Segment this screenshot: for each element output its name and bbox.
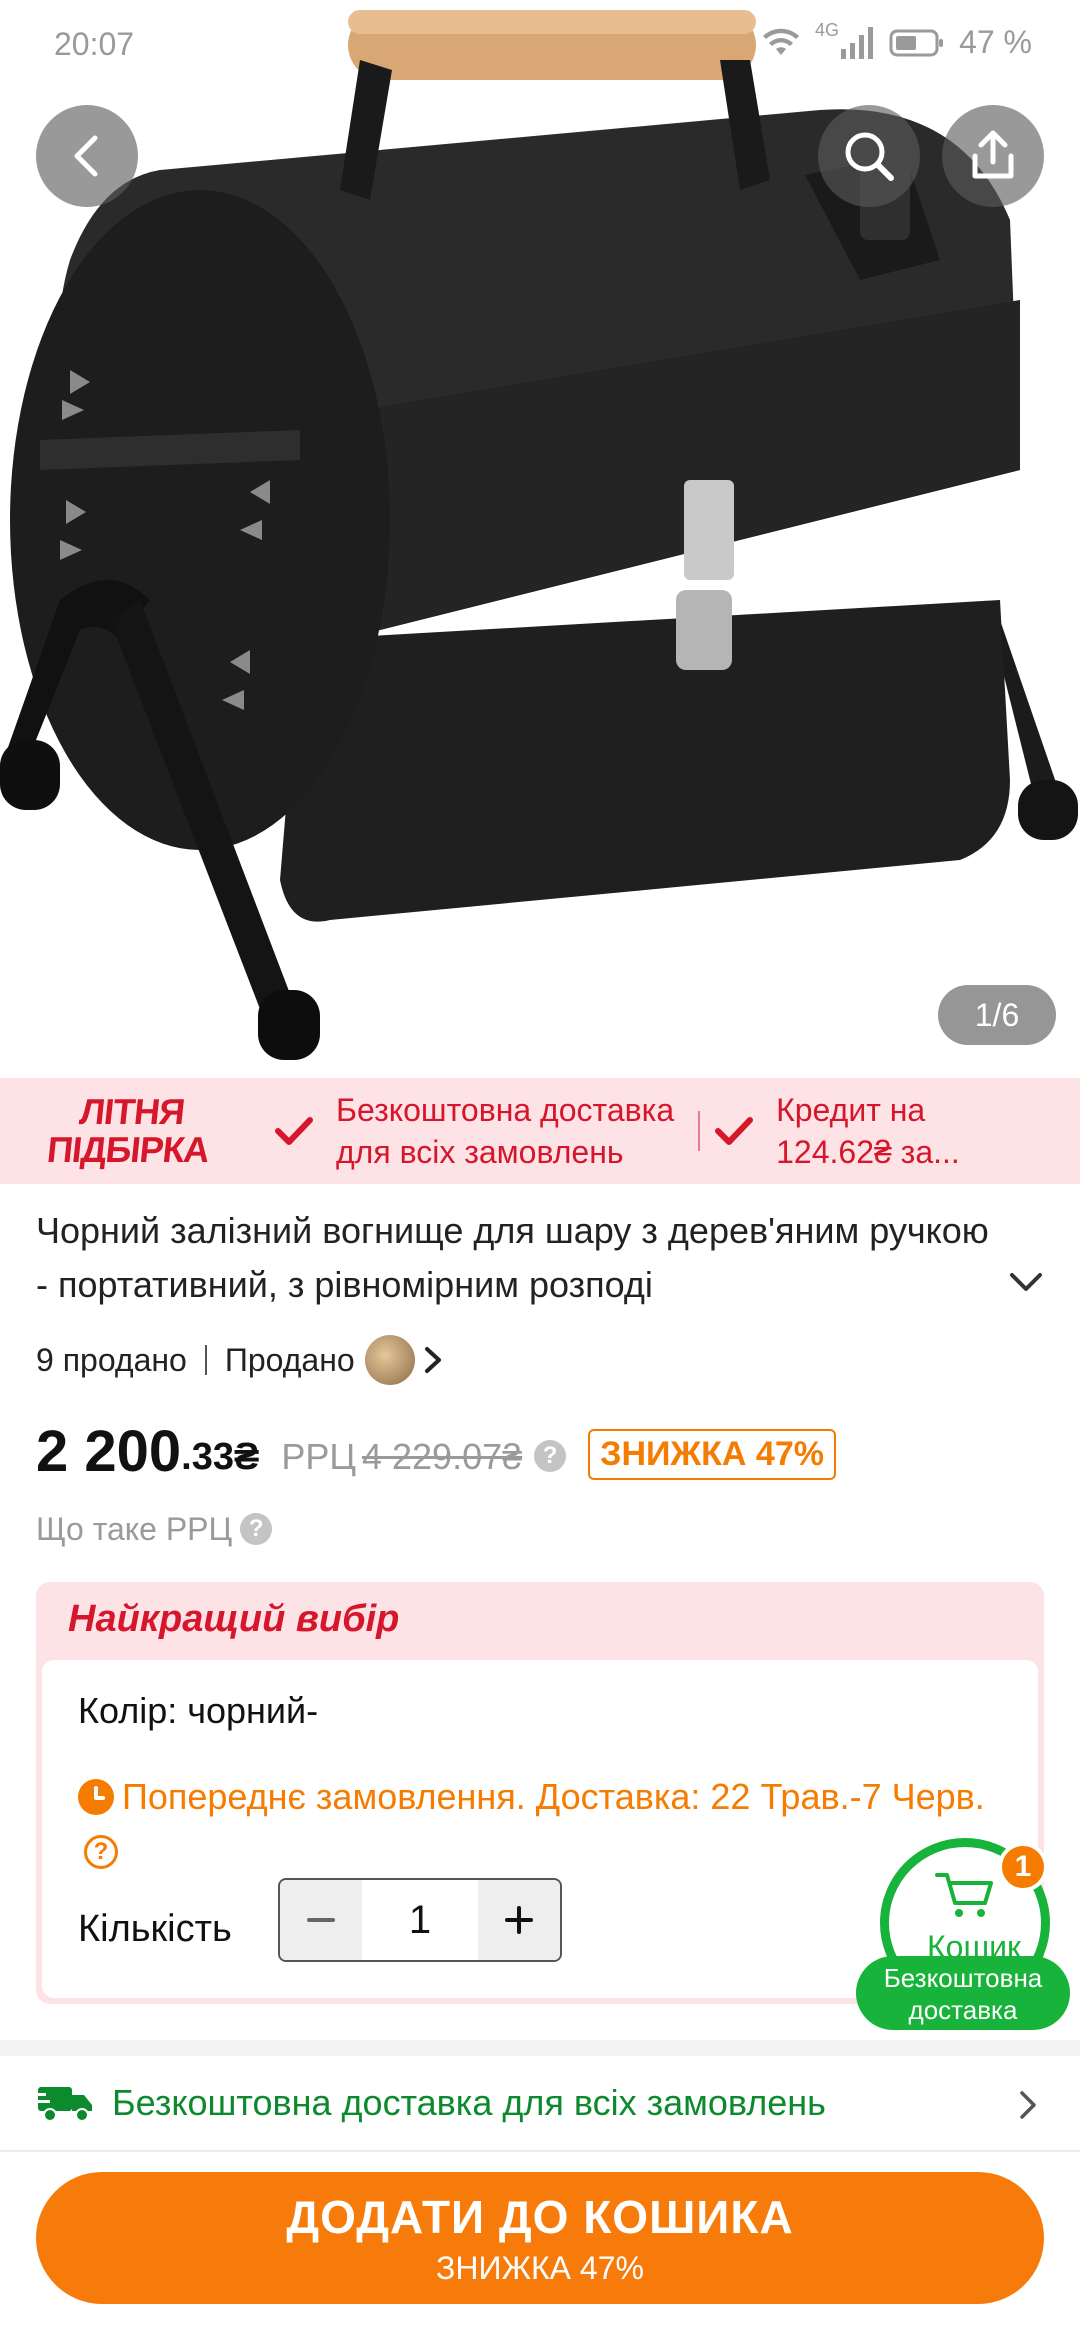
summer-selection-logo: ЛІТНЯ ПІДБІРКА xyxy=(0,1091,264,1170)
help-icon[interactable]: ? xyxy=(534,1440,567,1472)
back-button[interactable] xyxy=(36,105,138,207)
network-type: 4G xyxy=(815,20,840,40)
preorder-text: Попереднє замовлення. Доставка: 22 Трав.… xyxy=(122,1776,985,1817)
quantity-stepper: 1 xyxy=(278,1878,562,1962)
best-choice-title: Найкращий вибір xyxy=(68,1598,400,1640)
promo-credit-line-1: Кредит на xyxy=(776,1092,926,1128)
search-button[interactable] xyxy=(818,105,920,207)
color-option[interactable]: Колір: чорний- xyxy=(78,1690,318,1732)
add-to-cart-button[interactable]: ДОДАТИ ДО КОШИКА ЗНИЖКА 47% xyxy=(36,2172,1044,2304)
section-divider xyxy=(0,2040,1080,2056)
sold-count: 9 продано xyxy=(36,1341,187,1378)
seller-label: Продано xyxy=(224,1341,355,1378)
cart-free-delivery-pill: Безкоштовна доставка xyxy=(856,1956,1070,2030)
cart-icon xyxy=(935,1873,993,1917)
image-counter: 1/6 xyxy=(938,985,1056,1045)
truck-icon xyxy=(36,2087,92,2122)
floating-cart-button[interactable]: Кошик 1 Безкоштовна доставка xyxy=(856,1838,1070,2030)
rrp-label: РРЦ xyxy=(281,1436,356,1477)
check-icon xyxy=(715,1117,754,1145)
minus-icon xyxy=(307,1918,335,1922)
promo-credit-line-2: 124.62₴ за... xyxy=(776,1134,960,1170)
increase-button[interactable] xyxy=(478,1880,560,1960)
check-icon xyxy=(275,1117,313,1145)
discount-badge: ЗНИЖКА 47% xyxy=(588,1429,836,1480)
promo-divider xyxy=(698,1111,701,1151)
sold-divider xyxy=(204,1345,207,1375)
seller-avatar xyxy=(364,1335,415,1385)
add-to-cart-discount: ЗНИЖКА 47% xyxy=(436,2250,644,2286)
quantity-label: Кількість xyxy=(78,1908,232,1950)
logo-line-1: ЛІТНЯ xyxy=(77,1091,187,1132)
chevron-down-icon[interactable] xyxy=(1008,1270,1044,1294)
promo-free-shipping: Безкоштовна доставка для всіх замовлень xyxy=(260,1089,674,1173)
title-fade xyxy=(880,1258,980,1312)
chevron-left-icon xyxy=(74,135,98,177)
price-row: 2 200 .33₴ РРЦ 4 229.07₴ ? ЗНИЖКА 47% xyxy=(36,1414,836,1484)
cart-pill-line-2: доставка xyxy=(908,1995,1018,2025)
chevron-right-icon xyxy=(424,1347,441,1373)
rrp-info-text: Що таке РРЦ xyxy=(36,1510,233,1547)
price-cents: .33₴ xyxy=(181,1436,260,1478)
promo-free-shipping-line-1: Безкоштовна доставка xyxy=(336,1092,675,1128)
decrease-button[interactable] xyxy=(280,1880,362,1960)
promo-free-shipping-line-2: для всіх замовлень xyxy=(336,1134,624,1170)
rrp-old-price: 4 229.07₴ xyxy=(361,1436,523,1477)
free-shipping-row[interactable]: Безкоштовна доставка для всіх замовлень xyxy=(0,2056,1080,2152)
price-main: 2 200 xyxy=(36,1419,182,1484)
help-icon[interactable]: ? xyxy=(84,1835,118,1869)
cart-count-badge: 1 xyxy=(998,1842,1048,1892)
quantity-value[interactable]: 1 xyxy=(362,1880,478,1960)
logo-line-2: ПІДБІРКА xyxy=(45,1129,211,1170)
product-image-gallery[interactable]: 20:07 4G 47 % 1/6 xyxy=(0,0,1080,1078)
search-icon xyxy=(845,132,894,181)
signal-icon xyxy=(841,26,874,59)
promo-credit: Кредит на 124.62₴ за... xyxy=(700,1089,960,1173)
promo-banner[interactable]: ЛІТНЯ ПІДБІРКА Безкоштовна доставка для … xyxy=(0,1078,1080,1184)
status-icons: 4G 47 % xyxy=(761,20,1032,61)
help-icon: ? xyxy=(240,1513,273,1545)
battery-percent: 47 % xyxy=(959,24,1032,60)
chevron-right-icon xyxy=(1020,2091,1036,2119)
rrp-info-link[interactable]: Що таке РРЦ ? xyxy=(36,1504,273,1554)
status-time: 20:07 xyxy=(54,26,135,62)
add-to-cart-label: ДОДАТИ ДО КОШИКА xyxy=(286,2191,794,2243)
battery-icon xyxy=(889,29,944,56)
plus-icon xyxy=(505,1906,533,1934)
share-icon xyxy=(972,130,1014,179)
sold-row: 9 продано Продано xyxy=(36,1335,445,1385)
free-shipping-text: Безкоштовна доставка для всіх замовлень xyxy=(112,2082,826,2123)
cart-pill-line-1: Безкоштовна xyxy=(883,1963,1043,1993)
product-title[interactable]: Чорний залізний вогнище для шару з дерев… xyxy=(36,1204,996,1312)
wifi-icon xyxy=(763,28,800,55)
clock-icon xyxy=(78,1779,114,1815)
share-button[interactable] xyxy=(942,105,1044,207)
seller-link[interactable]: Продано xyxy=(225,1335,445,1385)
status-bar: 20:07 4G 47 % xyxy=(0,0,1080,90)
